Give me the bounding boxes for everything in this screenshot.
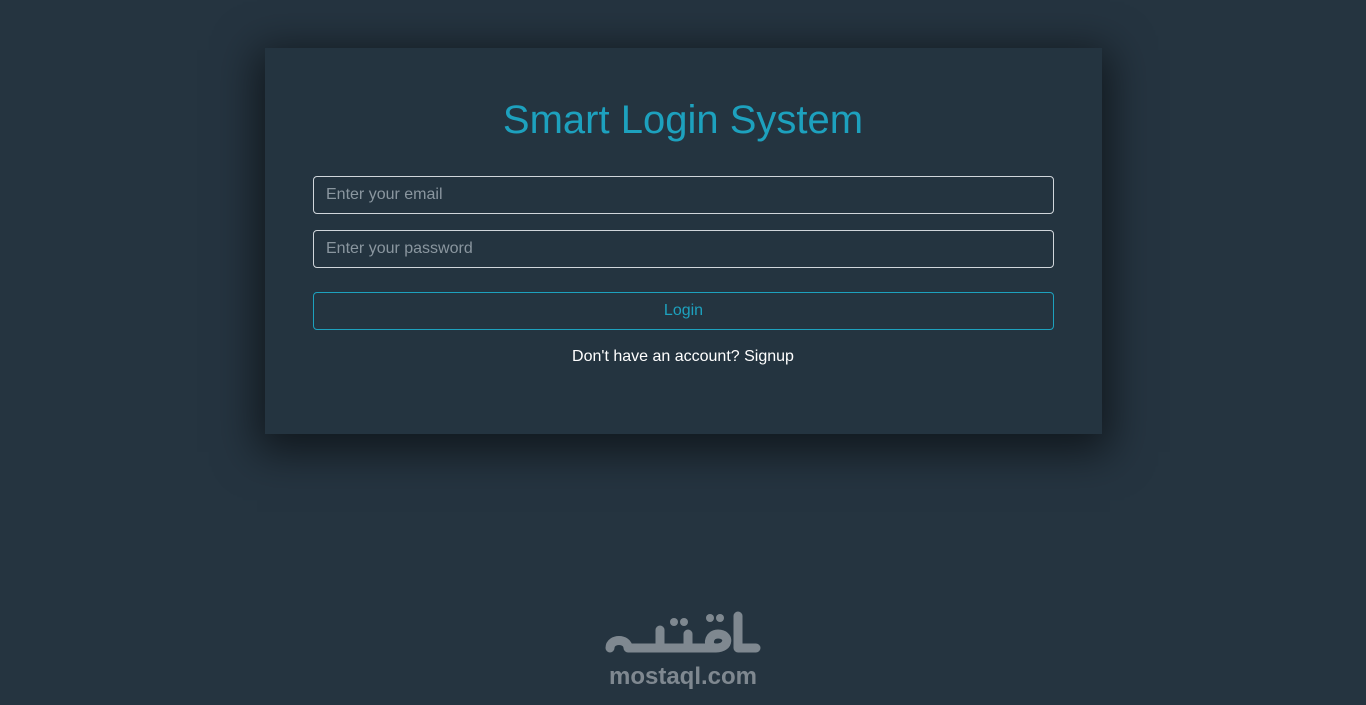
password-field[interactable] (313, 230, 1054, 268)
watermark-text: mostaql.com (608, 663, 758, 690)
page-title: Smart Login System (502, 98, 864, 142)
signup-prompt-line: Don't have an account? Signup (0, 347, 1366, 367)
signup-prompt: Don't have an account? (572, 348, 740, 365)
email-field[interactable] (313, 176, 1054, 214)
watermark: mostaql.com (583, 608, 783, 690)
signup-link[interactable]: Signup (744, 348, 794, 365)
login-button[interactable]: Login (313, 292, 1054, 330)
mostaql-logo-icon (605, 611, 761, 653)
